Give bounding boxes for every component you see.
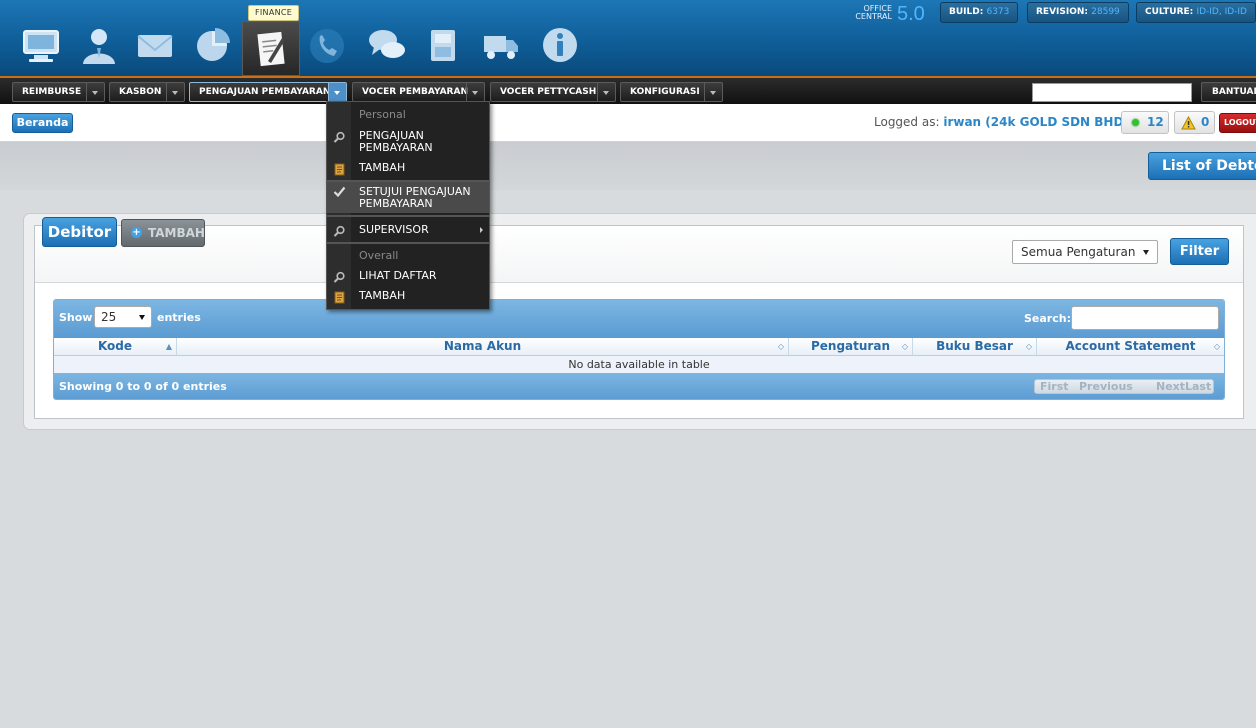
chevron-down-icon[interactable] [166, 83, 184, 101]
add-document-icon [334, 291, 345, 304]
nav-search-input[interactable] [1032, 83, 1192, 102]
table-header-row: Kode ▲ Nama Akun ◇ Pengaturan ◇ Buku Besar ◇… [54, 338, 1224, 356]
mail-icon[interactable] [132, 22, 178, 68]
entries-label: entries [157, 311, 201, 324]
pengajuan-dropdown-menu: Personal PENGAJUAN PEMBAYARAN TAMBAH SETU… [326, 101, 490, 310]
help-button[interactable]: BANTUAN [1201, 82, 1256, 102]
menu-header-personal: Personal [359, 108, 406, 121]
warning-icon [1181, 116, 1196, 130]
menu-item-supervisor[interactable]: SUPERVISOR [327, 224, 489, 237]
search-label: Search: [1024, 312, 1071, 325]
menu-item-setujui-pengajuan[interactable]: SETUJUI PENGAJUAN PEMBAYARAN [327, 182, 489, 213]
empty-table-message: No data available in table [54, 356, 1224, 373]
current-user[interactable]: irwan (24k GOLD SDN BHD) [943, 115, 1129, 129]
top-header: OFFICE CENTRAL 5.0 BUILD: 6373 REVISION: … [0, 0, 1256, 76]
pager-next[interactable]: Next [1156, 380, 1185, 393]
column-account-statement[interactable]: Account Statement ◇ [1037, 338, 1224, 355]
sort-asc-icon: ▲ [165, 342, 172, 351]
column-kode[interactable]: Kode ▲ [54, 338, 177, 355]
main-nav: REIMBURSE KASBON PENGAJUAN PEMBAYARAN VO… [0, 76, 1256, 104]
dashboard-icon[interactable] [18, 22, 64, 68]
pengaturan-select[interactable]: Semua Pengaturan [1012, 240, 1158, 264]
nav-vocer-pembayaran[interactable]: VOCER PEMBAYARAN [352, 82, 485, 102]
chat-icon[interactable] [364, 22, 410, 68]
tab-debitor[interactable]: Debitor [42, 217, 117, 247]
chart-icon[interactable] [190, 22, 236, 68]
home-button[interactable]: Beranda [12, 113, 73, 133]
pagination: First Previous Next Last [1034, 379, 1214, 394]
online-users-counter[interactable]: 12 [1121, 111, 1169, 134]
page-size-select[interactable]: 25 [94, 306, 152, 328]
culture-badge: CULTURE: ID-ID, ID-ID [1136, 2, 1256, 23]
filter-button[interactable]: Filter [1170, 238, 1229, 265]
document-icon[interactable] [420, 22, 466, 68]
logout-button[interactable]: LOGOUT [1219, 113, 1256, 133]
menu-item-tambah-overall[interactable]: TAMBAH [327, 290, 489, 304]
nav-konfigurasi[interactable]: KONFIGURASI [620, 82, 723, 102]
chevron-down-icon[interactable] [328, 83, 346, 101]
column-pengaturan[interactable]: Pengaturan ◇ [789, 338, 913, 355]
search-icon [333, 131, 345, 143]
table-info: Showing 0 to 0 of 0 entries [59, 380, 227, 393]
chevron-down-icon[interactable] [466, 83, 484, 101]
show-label: Show [59, 311, 93, 324]
logged-as-text: Logged as: irwan (24k GOLD SDN BHD) [874, 115, 1129, 129]
build-badge: BUILD: 6373 [940, 2, 1019, 23]
plus-icon: + [131, 227, 142, 238]
nav-vocer-pettycash[interactable]: VOCER PETTYCASH [490, 82, 616, 102]
chevron-down-icon[interactable] [704, 83, 722, 101]
brand-logo: OFFICE CENTRAL 5.0 [840, 3, 930, 26]
list-of-debtors-button[interactable]: List of Debtors [1148, 152, 1256, 180]
finance-tooltip: FINANCE [248, 5, 300, 21]
column-nama-akun[interactable]: Nama Akun ◇ [177, 338, 789, 355]
column-buku-besar[interactable]: Buku Besar ◇ [913, 338, 1037, 355]
version-number: 5.0 [897, 3, 925, 25]
chevron-down-icon[interactable] [597, 83, 615, 101]
title-band: List of Debtors [0, 142, 1256, 190]
sort-icon: ◇ [1025, 342, 1032, 351]
chevron-down-icon[interactable] [86, 83, 104, 101]
pager-first[interactable]: First [1040, 380, 1069, 393]
table-toolbar: Show 25 entries Search: [54, 300, 1224, 338]
phone-icon[interactable] [304, 22, 350, 68]
sort-icon: ◇ [1213, 342, 1220, 351]
revision-badge: REVISION: 28599 [1027, 2, 1129, 23]
online-dot-icon [1132, 119, 1139, 126]
menu-item-lihat-daftar[interactable]: LIHAT DAFTAR [327, 270, 489, 283]
tab-tambah-button[interactable]: + TAMBAH [121, 219, 205, 247]
user-icon[interactable] [76, 22, 122, 68]
nav-pengajuan-pembayaran[interactable]: PENGAJUAN PEMBAYARAN [189, 82, 347, 102]
alerts-counter[interactable]: 0 [1174, 111, 1215, 134]
sort-icon: ◇ [901, 342, 908, 351]
menu-header-overall: Overall [359, 249, 399, 262]
nav-kasbon[interactable]: KASBON [109, 82, 185, 102]
menu-item-pengajuan-pembayaran[interactable]: PENGAJUAN PEMBAYARAN [327, 130, 489, 154]
search-icon [333, 271, 345, 283]
menu-separator [327, 215, 489, 217]
table-search-input[interactable] [1071, 306, 1219, 330]
finance-module-icon[interactable] [242, 21, 300, 76]
sort-icon: ◇ [777, 342, 784, 351]
menu-separator [327, 242, 489, 244]
table-footer: Showing 0 to 0 of 0 entries First Previo… [54, 373, 1224, 399]
nav-reimburse[interactable]: REIMBURSE [12, 82, 105, 102]
debtors-table: Show 25 entries Search: Kode ▲ Nama Akun ◇… [53, 299, 1225, 400]
checkmark-icon [333, 186, 346, 198]
sub-bar: Beranda Logged as: irwan (24k GOLD SDN B… [0, 104, 1256, 142]
pager-previous[interactable]: Previous [1079, 380, 1133, 393]
brand-line2: CENTRAL [855, 12, 892, 21]
pager-last[interactable]: Last [1185, 380, 1211, 393]
add-document-icon [334, 163, 345, 176]
info-icon[interactable] [537, 22, 583, 68]
submenu-arrow-icon [480, 227, 483, 233]
search-icon [333, 225, 345, 237]
truck-icon[interactable] [478, 22, 524, 68]
menu-item-tambah[interactable]: TAMBAH [327, 162, 489, 176]
